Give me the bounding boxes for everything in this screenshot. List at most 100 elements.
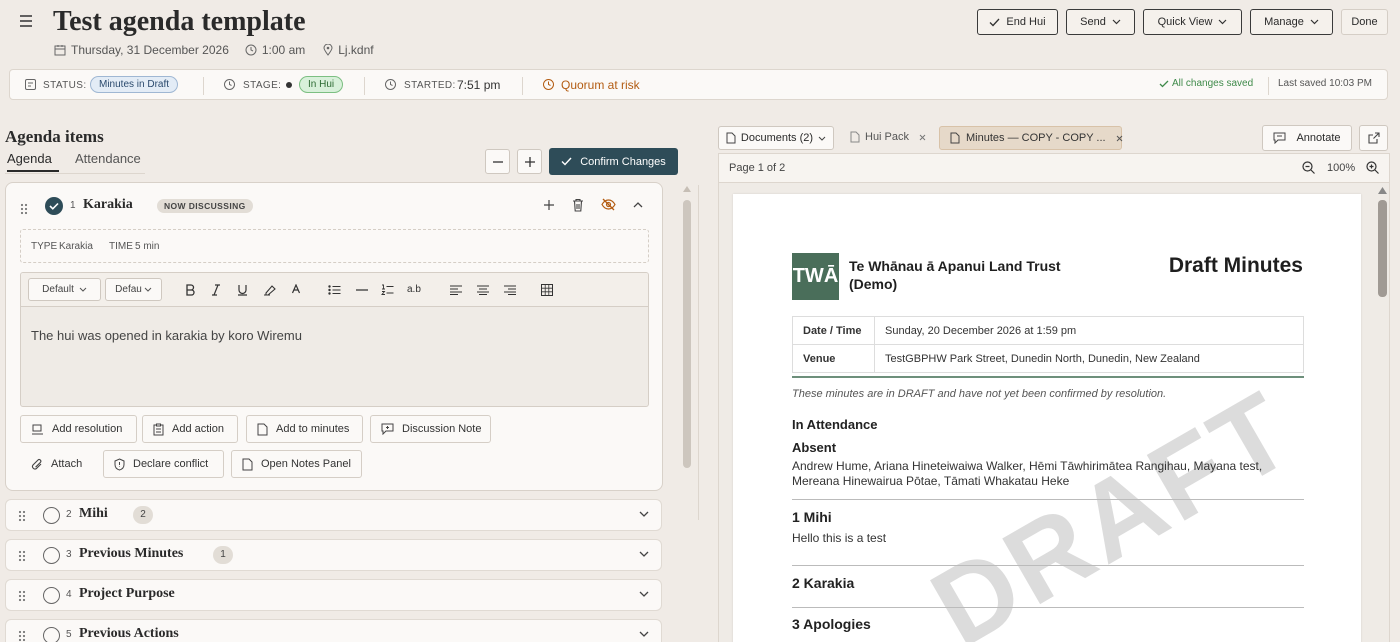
trash-icon[interactable] [572, 198, 584, 212]
discussion-note-button[interactable]: Discussion Note [370, 415, 491, 443]
expand-all-button[interactable] [517, 149, 542, 174]
send-button[interactable]: Send [1066, 9, 1135, 35]
close-icon[interactable] [1116, 135, 1123, 142]
document-icon [950, 132, 960, 144]
tab-attendance[interactable]: Attendance [75, 151, 141, 166]
highlight-icon[interactable] [263, 284, 276, 296]
minus-icon [492, 160, 503, 163]
eye-off-icon[interactable] [601, 198, 616, 211]
align-right-icon[interactable] [504, 285, 516, 295]
drag-handle-icon[interactable] [18, 590, 26, 602]
add-to-minutes-button[interactable]: Add to minutes [246, 415, 363, 443]
drag-handle-icon[interactable] [20, 203, 28, 215]
viewer-toolbar: Page 1 of 2 100% [718, 153, 1390, 183]
scrollbar-thumb[interactable] [1378, 200, 1387, 297]
started-time: 7:51 pm [457, 78, 501, 92]
drag-handle-icon[interactable] [18, 550, 26, 562]
chevron-down-icon[interactable] [639, 551, 649, 557]
item-number: 3 [66, 549, 72, 560]
rich-text-editor: Default Defau a.b The hui was opened in … [20, 272, 649, 407]
details-divider [792, 376, 1304, 378]
completed-check-icon[interactable] [45, 197, 63, 215]
zoom-in-icon[interactable] [1366, 161, 1379, 174]
time-value: 5 min [135, 241, 160, 252]
done-button[interactable]: Done [1341, 9, 1388, 35]
end-hui-button[interactable]: End Hui [977, 9, 1058, 35]
clock-icon [245, 44, 257, 56]
scrollbar-thumb[interactable] [683, 200, 691, 468]
agenda-item[interactable]: 5 Previous Actions [5, 619, 662, 642]
open-external-button[interactable] [1359, 125, 1388, 151]
status-circle-icon[interactable] [43, 627, 60, 642]
scroll-up-arrow-icon[interactable] [1378, 187, 1387, 194]
drag-handle-icon[interactable] [18, 510, 26, 522]
add-action-button[interactable]: Add action [142, 415, 238, 443]
scroll-up-arrow-icon[interactable] [683, 186, 691, 192]
sort-text-icon[interactable]: a.b [407, 284, 421, 295]
documents-dropdown[interactable]: Documents (2) [718, 126, 834, 150]
zoom-out-icon[interactable] [1302, 161, 1315, 174]
agenda-item[interactable]: 4 Project Purpose [5, 579, 662, 611]
chevron-down-icon [1218, 19, 1227, 25]
saved-status: All changes saved [1172, 78, 1254, 89]
confirm-changes-button[interactable]: Confirm Changes [549, 148, 678, 175]
status-circle-icon[interactable] [43, 507, 60, 524]
quorum-status[interactable]: Quorum at risk [561, 78, 640, 92]
chevron-up-icon[interactable] [633, 202, 643, 208]
started-label: STARTED: [404, 80, 456, 91]
align-left-icon[interactable] [450, 285, 462, 295]
page-title: Test agenda template [53, 6, 306, 37]
add-resolution-button[interactable]: Add resolution [20, 415, 137, 443]
underline-icon[interactable] [237, 284, 248, 296]
align-center-icon[interactable] [477, 285, 489, 295]
italic-icon[interactable] [211, 284, 221, 296]
tab-agenda[interactable]: Agenda [7, 151, 59, 172]
horizontal-rule-icon[interactable] [356, 289, 368, 291]
document-scrollbar[interactable] [1377, 187, 1388, 639]
attach-button[interactable]: Attach [20, 450, 100, 478]
chevron-down-icon [818, 136, 826, 141]
meeting-time: 1:00 am [261, 43, 306, 57]
now-discussing-badge: NOW DISCUSSING [157, 199, 253, 213]
meeting-location: Lj.kdnf [338, 43, 374, 57]
quick-view-button[interactable]: Quick View [1143, 9, 1242, 35]
chevron-down-icon[interactable] [639, 591, 649, 597]
bold-icon[interactable] [185, 284, 195, 296]
agenda-item[interactable]: 3 Previous Minutes 1 [5, 539, 662, 571]
draft-watermark: DRAFT [912, 367, 1314, 642]
drag-handle-icon[interactable] [18, 630, 26, 642]
status-label: STATUS: [43, 80, 87, 91]
status-circle-icon[interactable] [43, 547, 60, 564]
editor-body[interactable]: The hui was opened in karakia by koro Wi… [31, 328, 631, 343]
close-icon[interactable] [919, 134, 926, 141]
absent-heading: Absent [792, 440, 837, 455]
add-subitem-icon[interactable] [543, 199, 555, 211]
status-badge: Minutes in Draft [90, 76, 179, 93]
panel-divider[interactable] [698, 185, 699, 520]
section-heading: 2 Karakia [792, 575, 855, 591]
table-icon[interactable] [541, 284, 553, 296]
stage-label: STAGE: [243, 80, 282, 91]
style-select[interactable]: Default [28, 278, 101, 301]
item-number: 4 [66, 589, 72, 600]
font-select[interactable]: Defau [105, 278, 162, 301]
manage-button[interactable]: Manage [1250, 9, 1333, 35]
chevron-down-icon[interactable] [639, 511, 649, 517]
agenda-item[interactable]: 2 Mihi 2 [5, 499, 662, 531]
declare-conflict-button[interactable]: Declare conflict [103, 450, 224, 478]
status-circle-icon[interactable] [43, 587, 60, 604]
paperclip-icon [31, 458, 43, 471]
numbered-list-icon[interactable] [381, 284, 394, 296]
text-color-icon[interactable] [291, 284, 301, 295]
tab-minutes-copy[interactable]: Minutes — COPY - COPY ... [939, 126, 1122, 150]
collapse-all-button[interactable] [485, 149, 510, 174]
tab-hui-pack[interactable]: Hui Pack [850, 131, 926, 143]
open-notes-panel-button[interactable]: Open Notes Panel [231, 450, 362, 478]
section-divider [792, 499, 1304, 500]
bullet-list-icon[interactable] [328, 285, 341, 295]
agenda-item-active: 1 Karakia NOW DISCUSSING TYPE Karakia TI… [5, 182, 663, 491]
menu-icon[interactable] [19, 15, 33, 27]
agenda-scrollbar[interactable] [682, 185, 692, 640]
annotate-button[interactable]: Annotate [1262, 125, 1352, 151]
chevron-down-icon[interactable] [639, 631, 649, 637]
